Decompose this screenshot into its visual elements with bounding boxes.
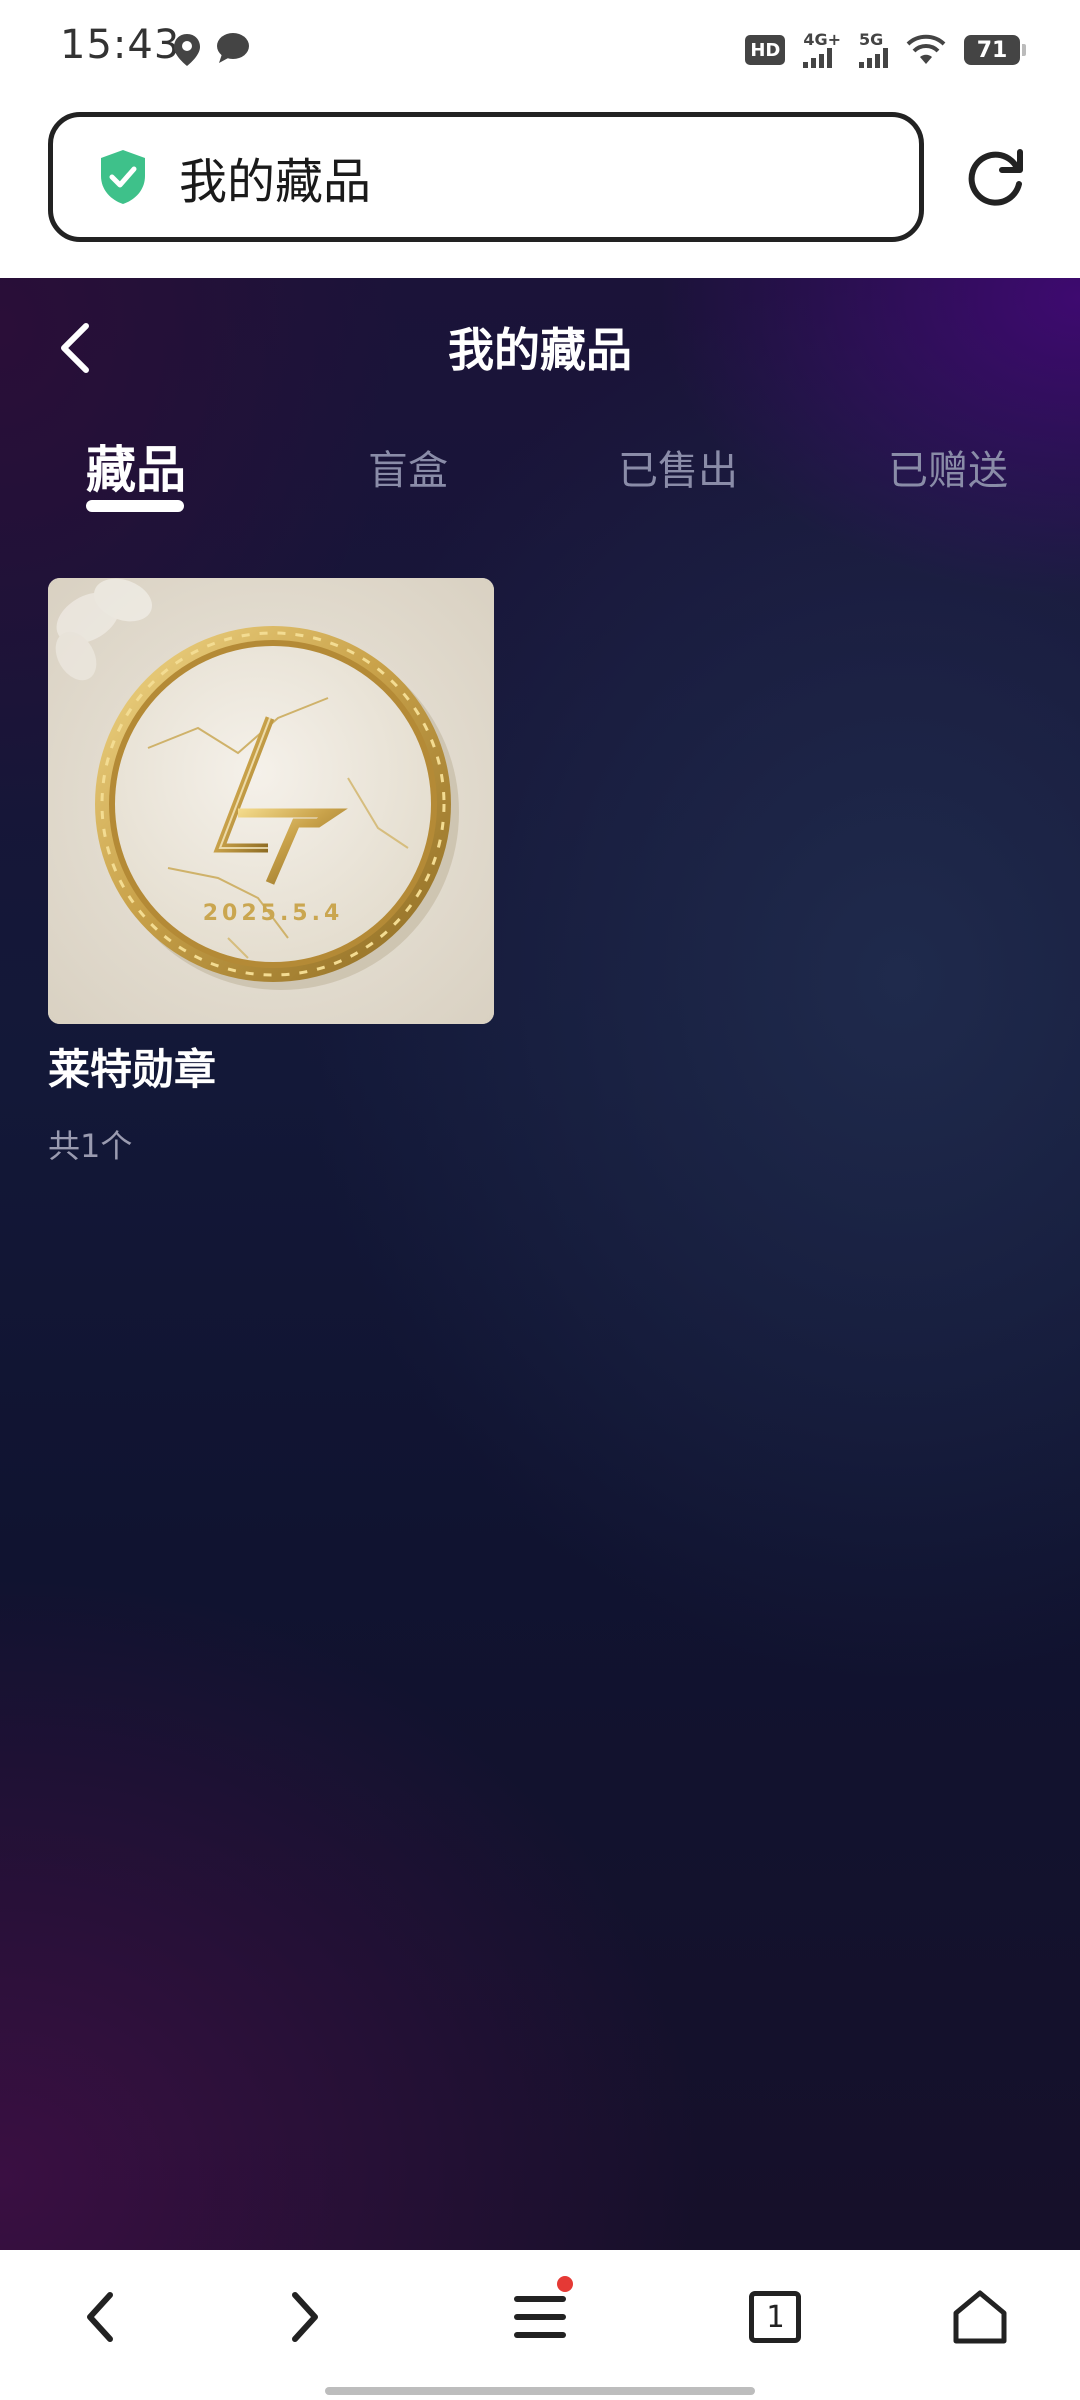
- status-time: 15:43: [60, 22, 181, 68]
- medal-date-text: 2025.5.4: [203, 901, 344, 926]
- active-tab-indicator: [86, 500, 184, 512]
- shield-check-icon: [101, 150, 145, 204]
- location-icon: [174, 34, 200, 66]
- nav-menu-button[interactable]: [495, 2272, 585, 2362]
- item-title: 莱特勋章: [48, 1045, 217, 1094]
- page-header: 我的藏品: [0, 278, 1080, 418]
- tab-bar: 藏品 盲盒 已售出 已赠送: [0, 418, 1080, 548]
- page-title: 我的藏品: [448, 323, 632, 377]
- item-count: 共1个: [48, 1127, 133, 1165]
- tab-gifted[interactable]: 已赠送: [888, 438, 1008, 496]
- chat-bubble-icon: [217, 33, 249, 63]
- gesture-bar[interactable]: [325, 2387, 755, 2395]
- nav-home-button[interactable]: [935, 2272, 1025, 2362]
- nav-tabs-button[interactable]: 1: [730, 2272, 820, 2362]
- notification-dot: [557, 2276, 573, 2292]
- collection-page: 我的藏品 藏品 盲盒 已售出 已赠送 2025.5.4 莱特勋章 共1个: [0, 278, 1080, 2250]
- address-text: 我的藏品: [179, 154, 372, 210]
- tab-sold[interactable]: 已售出: [618, 438, 738, 496]
- medal-image: 2025.5.4: [48, 578, 494, 1024]
- tab-count: 1: [749, 2291, 801, 2343]
- battery-indicator: 71: [964, 35, 1026, 65]
- status-bar: 15:43 HD 4G+ 5G 71: [0, 0, 1080, 100]
- collection-item-card[interactable]: 2025.5.4 莱特勋章 共1个: [48, 578, 496, 1167]
- signal-4g: 4G+: [803, 32, 841, 68]
- hd-indicator: HD: [745, 35, 786, 65]
- tab-collections[interactable]: 藏品: [86, 430, 186, 502]
- nav-back-button[interactable]: [55, 2272, 145, 2362]
- wifi-icon: [906, 34, 946, 64]
- nav-forward-button[interactable]: [260, 2272, 350, 2362]
- home-icon: [953, 2290, 1007, 2344]
- chevron-left-icon: [87, 2292, 113, 2342]
- reload-icon[interactable]: [960, 144, 1030, 214]
- tab-blind-box[interactable]: 盲盒: [368, 438, 448, 496]
- address-bar[interactable]: 我的藏品: [48, 112, 924, 242]
- status-right-group: HD 4G+ 5G 71: [745, 28, 1026, 72]
- signal-5g: 5G: [859, 32, 888, 68]
- chevron-right-icon: [292, 2292, 318, 2342]
- menu-icon: [514, 2296, 566, 2338]
- browser-toolbar: 我的藏品: [0, 100, 1080, 278]
- bottom-navigation: 1: [0, 2250, 1080, 2400]
